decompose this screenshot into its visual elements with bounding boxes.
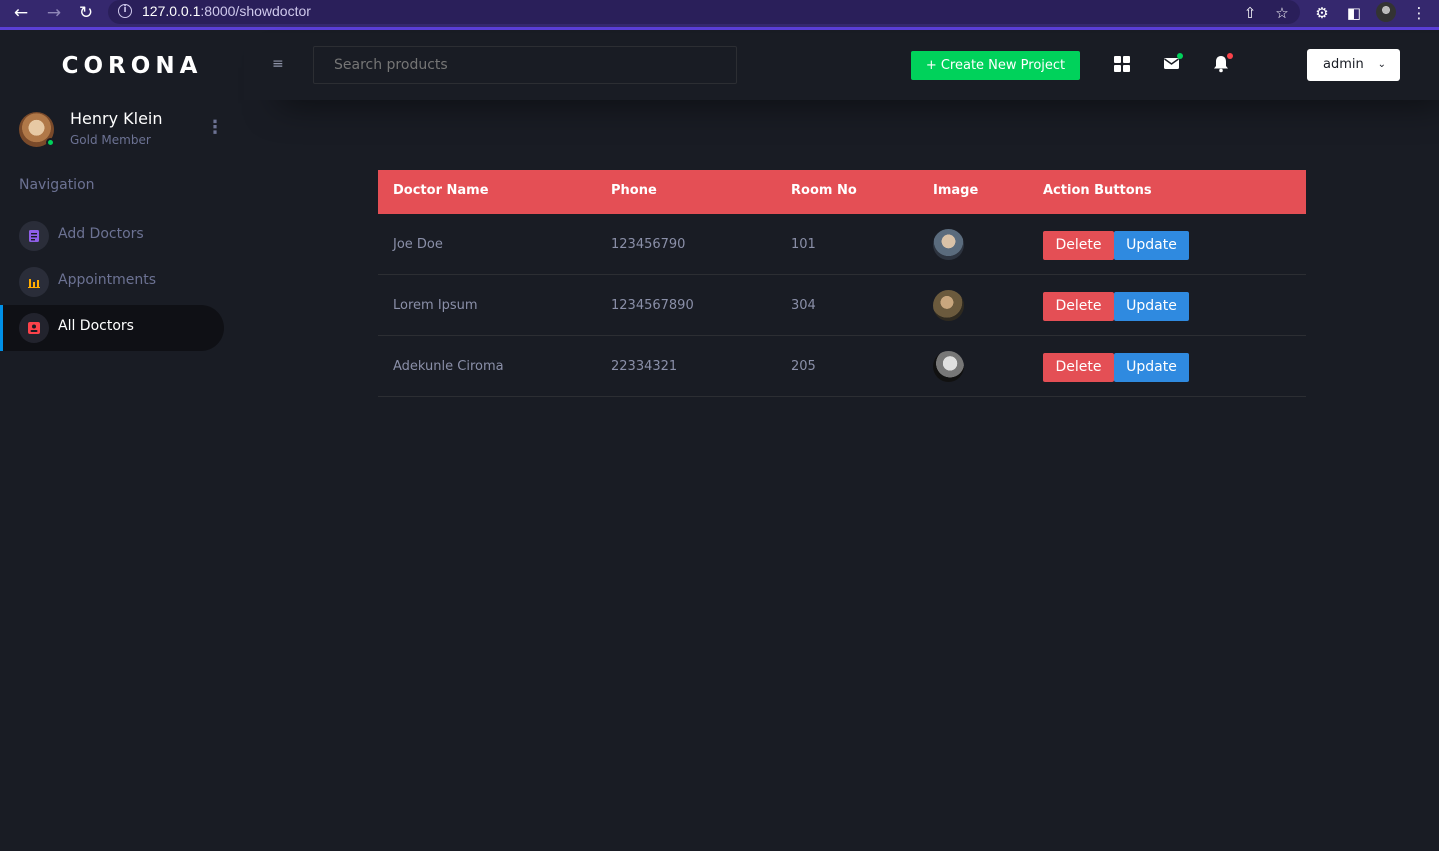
column-header-phone: Phone (611, 183, 657, 198)
url-text: 127.0.0.1:8000/showdoctor (142, 3, 311, 19)
bar-chart-icon (19, 267, 49, 297)
sidebar: CORONA Henry Klein Gold Member ⋮ Navigat… (0, 33, 244, 851)
browser-toolbar: ← → ↻ i 127.0.0.1:8000/showdoctor ⇧ ☆ ⚙ … (0, 0, 1439, 30)
delete-button[interactable]: Delete (1043, 231, 1114, 260)
room-cell: 101 (791, 237, 816, 252)
back-arrow-icon[interactable]: ← (10, 2, 32, 24)
table-header: Doctor Name Phone Room No Image Action B… (378, 170, 1306, 214)
address-bar[interactable]: i 127.0.0.1:8000/showdoctor (108, 0, 1300, 24)
sidebar-item-label: Add Doctors (58, 226, 144, 242)
contact-icon (19, 313, 49, 343)
info-icon[interactable]: i (118, 4, 132, 18)
update-button[interactable]: Update (1114, 353, 1189, 382)
column-header-action-buttons: Action Buttons (1043, 183, 1152, 198)
star-icon[interactable]: ☆ (1272, 3, 1292, 23)
doctor-photo (933, 229, 964, 260)
sidebar-item-add-doctors[interactable]: Add Doctors (0, 213, 224, 259)
table-row: Lorem Ipsum 1234567890 304 Delete Update (378, 275, 1306, 336)
update-button[interactable]: Update (1114, 231, 1189, 260)
column-header-image: Image (933, 183, 979, 198)
sidebar-item-label: All Doctors (58, 318, 134, 334)
profile-name: Henry Klein (70, 109, 163, 128)
delete-button[interactable]: Delete (1043, 353, 1114, 382)
brand-logo[interactable]: CORONA (0, 53, 264, 79)
room-cell: 205 (791, 359, 816, 374)
side-panel-icon[interactable]: ◧ (1344, 3, 1364, 23)
admin-dropdown[interactable]: admin ⌄ (1307, 49, 1400, 81)
profile-avatar-icon[interactable] (1376, 2, 1396, 22)
doctor-name-cell: Lorem Ipsum (393, 298, 478, 313)
sidebar-item-all-doctors[interactable]: All Doctors (0, 305, 224, 351)
phone-cell: 1234567890 (611, 298, 694, 313)
delete-button[interactable]: Delete (1043, 292, 1114, 321)
profile-menu-icon[interactable]: ⋮ (206, 117, 224, 138)
create-new-project-button[interactable]: + Create New Project (911, 51, 1080, 80)
table-row: Adekunle Ciroma 22334321 205 Delete Upda… (378, 336, 1306, 397)
chevron-down-icon: ⌄ (1377, 59, 1386, 70)
doctor-photo (933, 290, 964, 321)
table-row: Joe Doe 123456790 101 Delete Update (378, 214, 1306, 275)
search-input[interactable] (313, 46, 737, 84)
mail-badge (1177, 53, 1183, 59)
doctors-table: Doctor Name Phone Room No Image Action B… (378, 170, 1306, 397)
kebab-menu-icon[interactable]: ⋮ (1409, 3, 1429, 23)
top-navbar: ≡ + Create New Project admin ⌄ (244, 33, 1439, 100)
profile-role: Gold Member (70, 133, 151, 147)
mail-icon[interactable] (1163, 53, 1183, 73)
user-avatar[interactable] (19, 112, 55, 147)
admin-label: admin (1323, 57, 1364, 72)
document-icon (19, 221, 49, 251)
phone-cell: 22334321 (611, 359, 678, 374)
column-header-doctor-name: Doctor Name (393, 183, 489, 198)
extensions-icon[interactable]: ⚙ (1312, 3, 1332, 23)
reload-icon[interactable]: ↻ (75, 2, 97, 24)
doctor-photo (933, 351, 964, 382)
column-header-room-no: Room No (791, 183, 857, 198)
forward-arrow-icon[interactable]: → (43, 2, 65, 24)
room-cell: 304 (791, 298, 816, 313)
notification-badge (1227, 53, 1233, 59)
hamburger-menu-icon[interactable]: ≡ (272, 57, 284, 71)
update-button[interactable]: Update (1114, 292, 1189, 321)
nav-title: Navigation (19, 177, 95, 193)
online-status-dot (46, 138, 55, 147)
doctor-name-cell: Joe Doe (393, 237, 443, 252)
bell-icon[interactable] (1213, 53, 1233, 73)
grid-icon[interactable] (1113, 55, 1131, 73)
doctor-name-cell: Adekunle Ciroma (393, 359, 504, 374)
sidebar-item-label: Appointments (58, 272, 157, 288)
phone-cell: 123456790 (611, 237, 686, 252)
share-icon[interactable]: ⇧ (1240, 3, 1260, 23)
sidebar-item-appointments[interactable]: Appointments (0, 259, 224, 305)
